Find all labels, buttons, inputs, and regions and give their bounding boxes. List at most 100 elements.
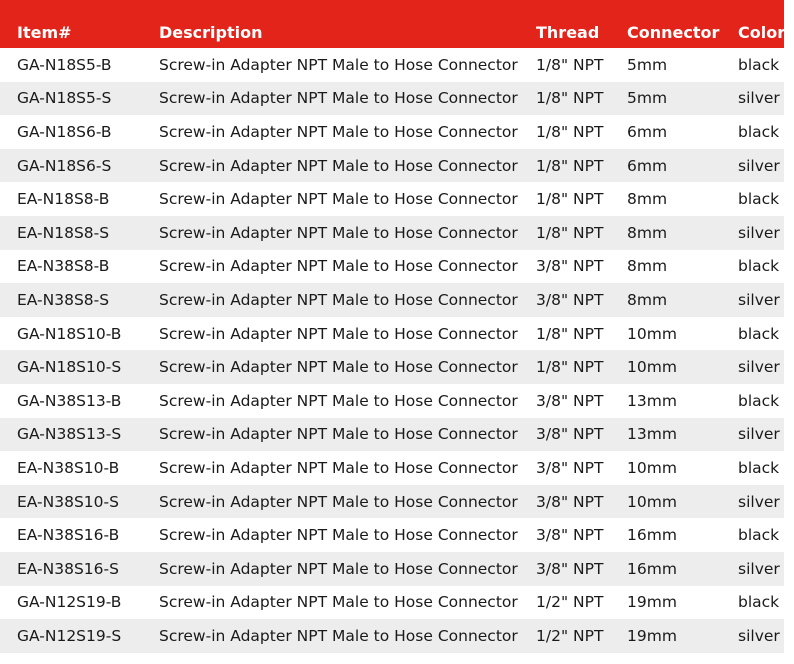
cell-color: black (738, 518, 784, 552)
cell-connector: 10mm (627, 484, 738, 519)
cell-item: GA-N12S19-B (0, 585, 159, 620)
cell-item: EA-N18S8-S (0, 215, 159, 250)
cell-connector: 8mm (627, 283, 738, 317)
cell-description: Screw-in Adapter NPT Male to Hose Connec… (159, 518, 536, 552)
column-header-description: Description (159, 0, 536, 48)
table-row: EA-N38S8-B Screw-in Adapter NPT Male to H… (0, 249, 784, 284)
cell-description: Screw-in Adapter NPT Male to Hose Connec… (159, 350, 536, 384)
cell-description: Screw-in Adapter NPT Male to Hose Connec… (159, 585, 536, 620)
cell-connector: 5mm (627, 81, 738, 116)
cell-thread: 1/8" NPT (536, 316, 627, 351)
table-row: GA-N38S13-S Screw-in Adapter NPT Male to … (0, 417, 784, 452)
table-row: GA-N12S19-S Screw-in Adapter NPT Male to … (0, 619, 784, 653)
cell-color: black (738, 182, 784, 216)
cell-thread: 3/8" NPT (536, 283, 627, 317)
cell-connector: 8mm (627, 215, 738, 250)
cell-thread: 3/8" NPT (536, 551, 627, 586)
cell-item: GA-N18S10-B (0, 316, 159, 351)
cell-description: Screw-in Adapter NPT Male to Hose Connec… (159, 484, 536, 519)
cell-connector: 13mm (627, 383, 738, 418)
product-table: Item# Description Thread Connector Color… (0, 0, 785, 653)
cell-item: GA-N18S5-S (0, 81, 159, 116)
cell-connector: 16mm (627, 518, 738, 552)
header-row: Item# Description Thread Connector Color (0, 0, 785, 48)
cell-item: EA-N38S10-S (0, 484, 159, 519)
cell-color: silver (738, 417, 784, 452)
column-header-connector: Connector (627, 0, 738, 48)
cell-connector: 16mm (627, 551, 738, 586)
cell-color: silver (738, 215, 784, 250)
cell-item: GA-N18S10-S (0, 350, 159, 384)
cell-item: GA-N12S19-S (0, 619, 159, 653)
cell-thread: 1/2" NPT (536, 619, 627, 653)
cell-connector: 6mm (627, 148, 738, 183)
cell-color: silver (738, 619, 784, 653)
table-row: EA-N18S8-B Screw-in Adapter NPT Male to H… (0, 182, 784, 216)
cell-thread: 3/8" NPT (536, 249, 627, 284)
cell-item: EA-N38S16-S (0, 551, 159, 586)
cell-description: Screw-in Adapter NPT Male to Hose Connec… (159, 619, 536, 653)
cell-thread: 3/8" NPT (536, 417, 627, 452)
column-header-thread: Thread (536, 0, 627, 48)
cell-thread: 1/8" NPT (536, 115, 627, 149)
table-row: GA-N18S5-B Screw-in Adapter NPT Male to H… (0, 48, 784, 82)
cell-connector: 19mm (627, 619, 738, 653)
cell-thread: 1/8" NPT (536, 215, 627, 250)
table-row: EA-N38S8-S Screw-in Adapter NPT Male to H… (0, 283, 784, 317)
cell-description: Screw-in Adapter NPT Male to Hose Connec… (159, 551, 536, 586)
cell-connector: 13mm (627, 417, 738, 452)
cell-thread: 3/8" NPT (536, 383, 627, 418)
cell-connector: 5mm (627, 48, 738, 82)
cell-thread: 1/8" NPT (536, 350, 627, 384)
table-row: GA-N18S6-S Screw-in Adapter NPT Male to H… (0, 148, 784, 183)
cell-item: GA-N18S6-S (0, 148, 159, 183)
table-row: GA-N38S13-B Screw-in Adapter NPT Male to … (0, 383, 784, 418)
column-header-item: Item# (0, 0, 159, 48)
cell-color: black (738, 249, 784, 284)
cell-color: black (738, 451, 784, 485)
cell-connector: 8mm (627, 182, 738, 216)
table-row: GA-N12S19-B Screw-in Adapter NPT Male to … (0, 585, 784, 620)
cell-connector: 10mm (627, 350, 738, 384)
table-row: EA-N38S16-S Screw-in Adapter NPT Male to … (0, 551, 784, 586)
table-row: GA-N18S6-B Screw-in Adapter NPT Male to H… (0, 115, 784, 149)
cell-color: black (738, 115, 784, 149)
cell-description: Screw-in Adapter NPT Male to Hose Connec… (159, 417, 536, 452)
cell-thread: 3/8" NPT (536, 451, 627, 485)
cell-description: Screw-in Adapter NPT Male to Hose Connec… (159, 48, 536, 82)
cell-thread: 1/8" NPT (536, 182, 627, 216)
table-row: EA-N38S10-S Screw-in Adapter NPT Male to … (0, 484, 784, 519)
cell-item: EA-N38S10-B (0, 451, 159, 485)
table-row: EA-N18S8-S Screw-in Adapter NPT Male to H… (0, 215, 784, 250)
cell-thread: 3/8" NPT (536, 518, 627, 552)
table-row: GA-N18S10-S Screw-in Adapter NPT Male to … (0, 350, 784, 384)
cell-description: Screw-in Adapter NPT Male to Hose Connec… (159, 249, 536, 284)
cell-color: black (738, 383, 784, 418)
cell-description: Screw-in Adapter NPT Male to Hose Connec… (159, 115, 536, 149)
cell-description: Screw-in Adapter NPT Male to Hose Connec… (159, 316, 536, 351)
column-header-color: Color (738, 0, 785, 48)
cell-connector: 19mm (627, 585, 738, 620)
table-row: GA-N18S5-S Screw-in Adapter NPT Male to H… (0, 81, 784, 116)
table-header: Item# Description Thread Connector Color (0, 0, 785, 48)
table-body: GA-N18S5-B Screw-in Adapter NPT Male to H… (0, 48, 784, 653)
cell-color: black (738, 316, 784, 351)
cell-description: Screw-in Adapter NPT Male to Hose Connec… (159, 383, 536, 418)
cell-item: EA-N38S16-B (0, 518, 159, 552)
cell-description: Screw-in Adapter NPT Male to Hose Connec… (159, 451, 536, 485)
cell-color: silver (738, 148, 784, 183)
cell-color: black (738, 48, 784, 82)
table-row: EA-N38S16-B Screw-in Adapter NPT Male to … (0, 518, 784, 552)
cell-item: GA-N38S13-S (0, 417, 159, 452)
table-row: EA-N38S10-B Screw-in Adapter NPT Male to … (0, 451, 784, 485)
cell-item: EA-N38S8-B (0, 249, 159, 284)
cell-thread: 1/8" NPT (536, 148, 627, 183)
cell-color: silver (738, 81, 784, 116)
cell-color: silver (738, 283, 784, 317)
cell-item: EA-N18S8-B (0, 182, 159, 216)
cell-description: Screw-in Adapter NPT Male to Hose Connec… (159, 148, 536, 183)
cell-item: GA-N18S6-B (0, 115, 159, 149)
cell-connector: 10mm (627, 316, 738, 351)
cell-connector: 10mm (627, 451, 738, 485)
cell-item: GA-N18S5-B (0, 48, 159, 82)
